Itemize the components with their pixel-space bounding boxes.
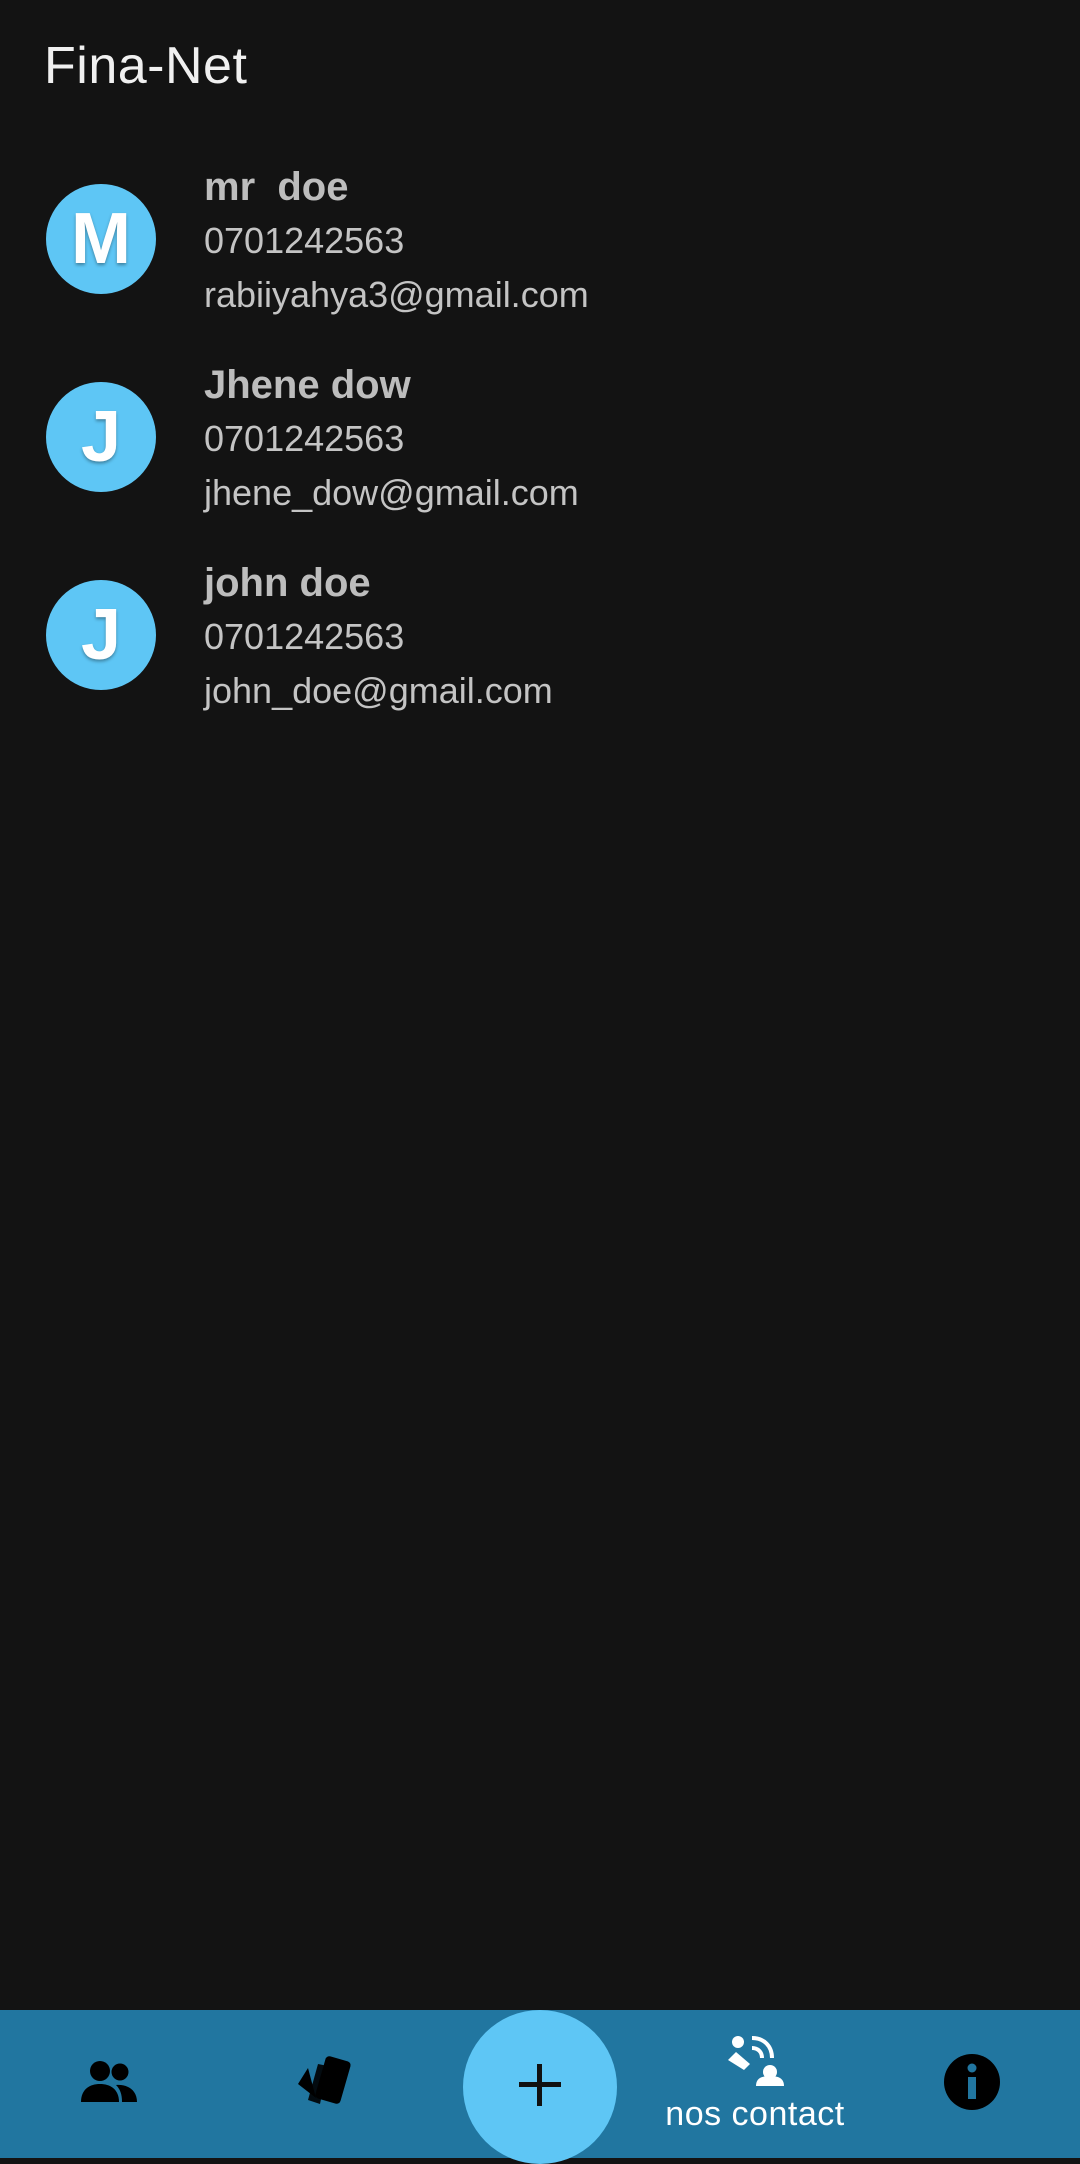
contact-name: john doe — [204, 561, 371, 605]
contact-details: mr doe 0701242563 rabiiyahya3@gmail.com — [204, 160, 589, 322]
contact-phone: 0701242563 — [204, 418, 405, 459]
nav-info[interactable] — [907, 2010, 1037, 2158]
people-icon — [80, 2060, 138, 2109]
nav-cards[interactable] — [260, 2010, 390, 2158]
avatar: J — [46, 580, 156, 690]
contact-email: john_doe@gmail.com — [204, 670, 553, 711]
add-contact-button[interactable] — [463, 2010, 617, 2164]
nav-contacts[interactable] — [44, 2010, 174, 2158]
contact-details: john doe 0701242563 john_doe@gmail.com — [204, 556, 553, 718]
avatar: M — [46, 184, 156, 294]
contact-email: rabiiyahya3@gmail.com — [204, 274, 589, 315]
contact-name: mr doe — [204, 165, 349, 209]
nav-our-contact-label: nos contact — [665, 2095, 845, 2133]
contact-phone: 0701242563 — [204, 220, 405, 261]
app-bar: Fina-Net — [0, 0, 1080, 140]
info-icon — [943, 2053, 1001, 2116]
cards-icon — [294, 2054, 356, 2115]
nav-our-contact[interactable]: nos contact — [640, 2010, 870, 2158]
app-title: Fina-Net — [44, 37, 248, 95]
contact-us-icon — [726, 2034, 784, 2091]
list-item[interactable]: J Jhene dow 0701242563 jhene_dow@gmail.c… — [0, 358, 1080, 556]
list-item[interactable]: M mr doe 0701242563 rabiiyahya3@gmail.co… — [0, 160, 1080, 358]
contact-phone: 0701242563 — [204, 616, 405, 657]
contact-name: Jhene dow — [204, 363, 411, 407]
list-item[interactable]: J john doe 0701242563 john_doe@gmail.com — [0, 556, 1080, 754]
plus-icon — [517, 2062, 563, 2113]
avatar: J — [46, 382, 156, 492]
contact-list: M mr doe 0701242563 rabiiyahya3@gmail.co… — [0, 160, 1080, 754]
contact-email: jhene_dow@gmail.com — [204, 472, 579, 513]
contact-details: Jhene dow 0701242563 jhene_dow@gmail.com — [204, 358, 579, 520]
